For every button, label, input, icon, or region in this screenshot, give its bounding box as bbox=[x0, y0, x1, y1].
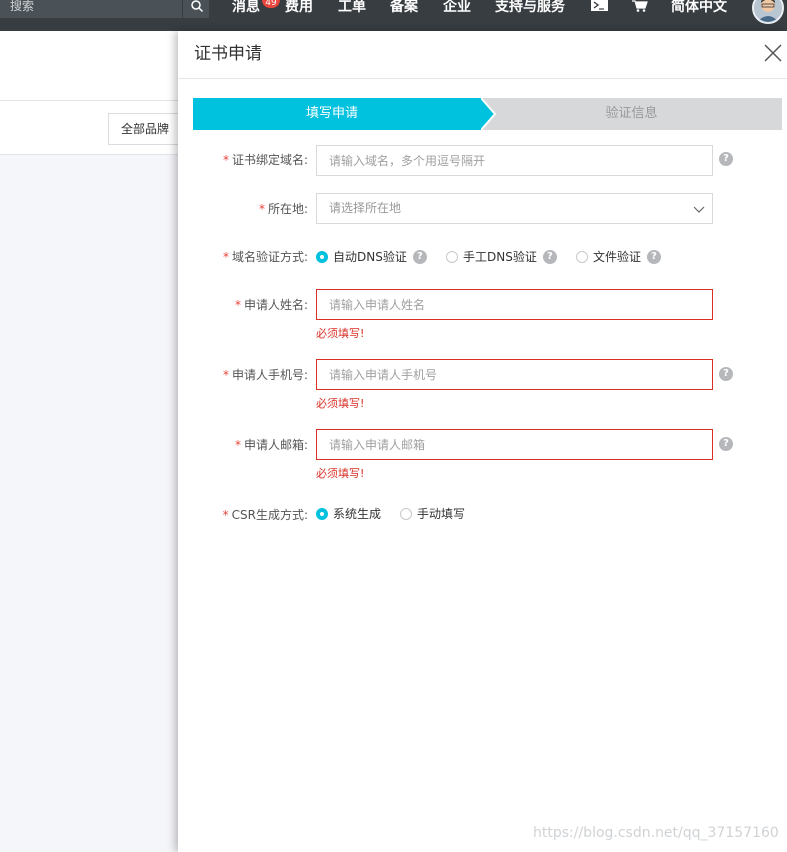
radio-unselected-icon bbox=[446, 251, 458, 263]
background-filter-bar: 全部品牌 bbox=[0, 101, 188, 155]
csr-method-label: * CSR生成方式: bbox=[222, 508, 308, 522]
auto-dns-help-icon[interactable]: ? bbox=[412, 250, 427, 264]
manual-dns-help-icon[interactable]: ? bbox=[542, 250, 557, 264]
email-help-icon[interactable]: ? bbox=[719, 437, 733, 451]
watermark: https://blog.csdn.net/qq_37157160 bbox=[533, 825, 779, 841]
nav-enterprise[interactable]: 企业 bbox=[443, 0, 471, 14]
radio-selected-icon bbox=[316, 251, 328, 263]
radio-file-verify-label: 文件验证 bbox=[593, 250, 642, 264]
search-button[interactable] bbox=[182, 0, 209, 18]
file-verify-help-icon[interactable]: ? bbox=[647, 250, 662, 264]
nav-fees[interactable]: 费用 bbox=[285, 0, 313, 14]
domain-help-icon[interactable]: ? bbox=[719, 152, 733, 166]
message-count-badge: 49 bbox=[262, 0, 280, 8]
radio-system-generate-label: 系统生成 bbox=[333, 507, 382, 521]
search-icon bbox=[191, 0, 204, 13]
drawer-title: 证书申请 bbox=[194, 44, 262, 64]
radio-unselected-icon bbox=[576, 251, 588, 263]
verify-method-label: * 域名验证方式: bbox=[222, 250, 308, 264]
search-input[interactable]: 搜索 bbox=[0, 0, 182, 18]
step-fill-application: 填写申请 bbox=[193, 98, 481, 130]
drawer-divider bbox=[178, 78, 787, 79]
domain-input[interactable] bbox=[316, 145, 713, 176]
top-navigation-bar: 搜索 消息 49 费用 工单 备案 企业 支持与服务 简体中文 bbox=[0, 0, 787, 31]
applicant-name-error: 必须填写! bbox=[316, 327, 365, 340]
nav-support[interactable]: 支持与服务 bbox=[495, 0, 565, 14]
nav-language[interactable]: 简体中文 bbox=[671, 0, 727, 14]
avatar[interactable] bbox=[752, 0, 784, 24]
radio-auto-dns-label: 自动DNS验证 bbox=[333, 250, 407, 264]
step-arrow-icon bbox=[481, 98, 497, 130]
terminal-icon[interactable] bbox=[591, 0, 608, 11]
applicant-phone-error: 必须填写! bbox=[316, 397, 365, 410]
radio-manual-dns-label: 手工DNS验证 bbox=[463, 250, 537, 264]
phone-help-icon[interactable]: ? bbox=[719, 367, 733, 381]
radio-auto-dns[interactable]: 自动DNS验证 ? bbox=[316, 250, 427, 264]
nav-tickets[interactable]: 工单 bbox=[338, 0, 366, 14]
applicant-phone-label: * 申请人手机号: bbox=[222, 368, 308, 382]
nav-messages[interactable]: 消息 bbox=[232, 0, 260, 14]
applicant-email-label: * 申请人邮箱: bbox=[234, 438, 308, 452]
location-select[interactable]: 请选择所在地 bbox=[316, 193, 713, 224]
location-label: * 所在地: bbox=[258, 202, 308, 216]
radio-manual-fill-label: 手动填写 bbox=[417, 507, 466, 521]
applicant-name-label: * 申请人姓名: bbox=[234, 298, 308, 312]
applicant-name-input[interactable] bbox=[316, 289, 713, 320]
applicant-email-error: 必须填写! bbox=[316, 467, 365, 480]
radio-manual-dns[interactable]: 手工DNS验证 ? bbox=[446, 250, 557, 264]
applicant-phone-input[interactable] bbox=[316, 359, 713, 390]
step-verify-info: 验证信息 bbox=[481, 98, 782, 130]
background-page-header bbox=[0, 31, 180, 101]
step-indicator: 验证信息 填写申请 bbox=[193, 98, 782, 130]
brand-filter-button[interactable]: 全部品牌 bbox=[108, 113, 188, 145]
applicant-email-input[interactable] bbox=[316, 429, 713, 460]
radio-system-generate[interactable]: 系统生成 bbox=[316, 507, 381, 521]
radio-manual-fill[interactable]: 手动填写 bbox=[400, 507, 465, 521]
cart-icon[interactable] bbox=[632, 0, 648, 12]
certificate-application-drawer: 证书申请 验证信息 填写申请 *证书绑定域名: ? *所在地: 请选择所在地 *… bbox=[178, 31, 787, 852]
radio-file-verify[interactable]: 文件验证 ? bbox=[576, 250, 662, 264]
radio-unselected-icon bbox=[400, 508, 412, 520]
user-avatar-icon bbox=[754, 0, 782, 22]
domain-label: * 证书绑定域名: bbox=[222, 153, 308, 167]
close-icon[interactable] bbox=[764, 44, 782, 62]
chevron-down-icon bbox=[693, 206, 705, 213]
radio-selected-icon bbox=[316, 508, 328, 520]
nav-filing[interactable]: 备案 bbox=[390, 0, 418, 14]
